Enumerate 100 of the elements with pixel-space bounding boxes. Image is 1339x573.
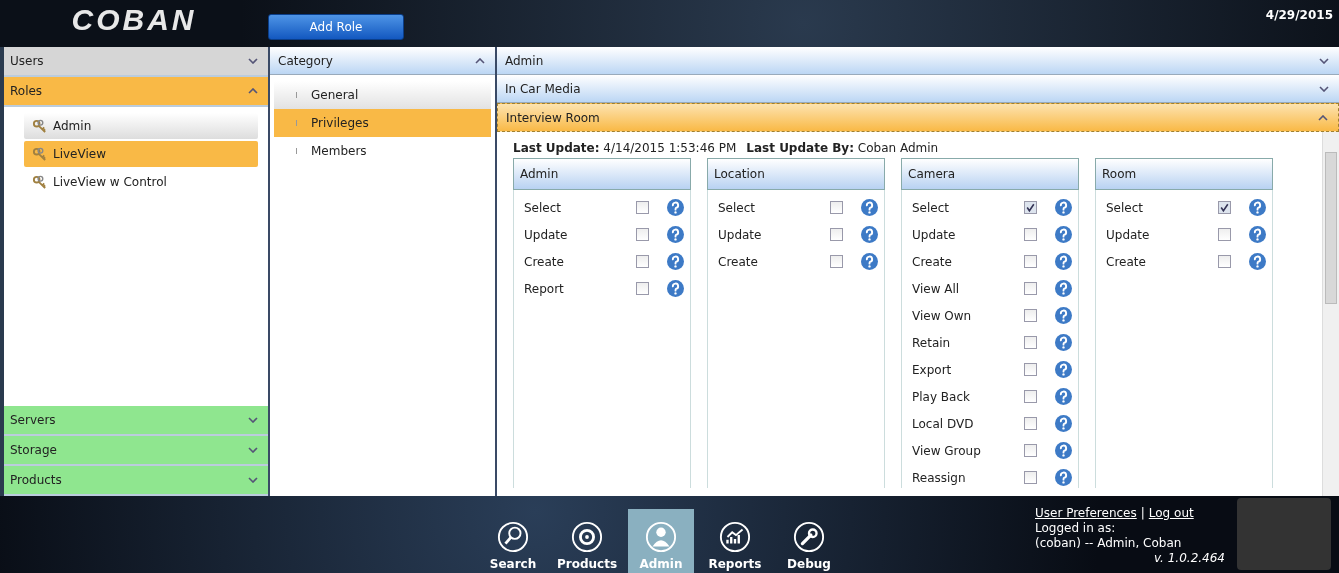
group-header: Room [1095,158,1273,190]
search-icon [497,521,529,553]
role-item[interactable]: LiveView [24,141,258,167]
checkbox[interactable] [830,255,843,268]
checkbox[interactable] [1218,228,1231,241]
checkbox[interactable] [636,282,649,295]
chevron-icon [1319,57,1329,64]
checkbox[interactable] [1024,390,1037,403]
panel-header[interactable]: In Car Media [497,75,1339,103]
help-icon[interactable] [667,253,684,270]
nav-button[interactable]: Debug [776,509,842,573]
logged-in-label: Logged in as: [1035,521,1117,536]
checkbox[interactable] [1024,336,1037,349]
help-icon[interactable] [1249,253,1266,270]
panel-header[interactable]: Admin [497,47,1339,75]
privilege-label: Report [524,281,565,296]
help-icon[interactable] [667,226,684,243]
checkbox[interactable] [1024,228,1037,241]
help-icon[interactable] [1055,307,1072,324]
target-icon [571,521,603,553]
category-item[interactable]: Privileges [274,109,491,137]
help-icon[interactable] [1249,199,1266,216]
chevron-icon [248,58,258,64]
checkbox[interactable] [636,255,649,268]
privilege-label: Select [912,200,951,215]
role-item[interactable]: LiveView w Control [24,169,258,195]
panel-header[interactable]: Interview Room [497,103,1339,132]
checkbox[interactable] [830,201,843,214]
help-icon[interactable] [1055,334,1072,351]
help-icon[interactable] [1055,361,1072,378]
person-icon [645,521,677,553]
privilege-label: Reassign [912,470,967,485]
help-icon[interactable] [1055,253,1072,270]
privilege-label: Update [524,227,569,242]
category-item[interactable]: General [274,81,491,109]
sidebar-section-header[interactable]: Users [4,47,268,77]
chevron-icon [1319,85,1329,92]
privilege-label: View Group [912,443,982,458]
wrench-icon [793,521,825,553]
help-icon[interactable] [1055,226,1072,243]
checkbox[interactable] [1024,417,1037,430]
privilege-label: View All [912,281,961,296]
checkbox[interactable] [1024,282,1037,295]
help-icon[interactable] [1249,226,1266,243]
privilege-label: Create [912,254,953,269]
help-icon[interactable] [861,226,878,243]
logo: COBAN [70,2,198,38]
privilege-label: Create [1106,254,1147,269]
help-icon[interactable] [1055,415,1072,432]
checkbox[interactable] [1024,444,1037,457]
sidebar-section-header[interactable]: Products [4,466,268,496]
privilege-label: Play Back [912,389,971,404]
help-icon[interactable] [1055,388,1072,405]
keys-icon [32,146,47,162]
checkbox[interactable] [1218,201,1231,214]
help-icon[interactable] [667,280,684,297]
sidebar-section-header[interactable]: Servers [4,406,268,436]
help-icon[interactable] [1055,442,1072,459]
checkbox[interactable] [1024,201,1037,214]
group-header: Location [707,158,885,190]
category-header[interactable]: Category [270,47,495,75]
checkbox[interactable] [830,228,843,241]
user-preferences-link[interactable]: User Preferences [1035,506,1137,521]
privilege-label: Update [1106,227,1151,242]
scrollbar[interactable] [1322,132,1339,496]
keys-icon [32,174,47,190]
log-out-link[interactable]: Log out [1148,506,1194,521]
last-update-by-text: Last Update By: Coban Admin [746,141,939,155]
privilege-label: Retain [912,335,952,350]
help-icon[interactable] [1055,469,1072,486]
help-icon[interactable] [861,199,878,216]
privilege-label: Update [718,227,763,242]
add-role-button[interactable]: Add Role [268,14,404,40]
privilege-label: Select [718,200,757,215]
nav-button[interactable]: Search [480,509,546,573]
category-item[interactable]: Members [274,137,491,165]
help-icon[interactable] [1055,280,1072,297]
chevron-icon [248,417,258,423]
privilege-label: Export [912,362,953,377]
checkbox[interactable] [1024,309,1037,322]
checkbox[interactable] [1024,363,1037,376]
keys-icon [32,118,47,134]
privilege-label: Select [524,200,563,215]
nav-button[interactable]: Products [554,509,620,573]
group-header: Admin [513,158,691,190]
help-icon[interactable] [1055,199,1072,216]
checkbox[interactable] [636,201,649,214]
nav-button[interactable]: Reports [702,509,768,573]
help-icon[interactable] [861,253,878,270]
checkbox[interactable] [1024,255,1037,268]
checkbox[interactable] [1024,471,1037,484]
role-item[interactable]: Admin [24,113,258,139]
checkbox[interactable] [1218,255,1231,268]
date-text: 4/29/2015 [1265,8,1333,22]
sidebar-section-header[interactable]: Roles [4,77,268,107]
checkbox[interactable] [636,228,649,241]
chevron-icon [248,447,258,453]
help-icon[interactable] [667,199,684,216]
sidebar-section-header[interactable]: Storage [4,436,268,466]
chart-icon [719,521,751,553]
